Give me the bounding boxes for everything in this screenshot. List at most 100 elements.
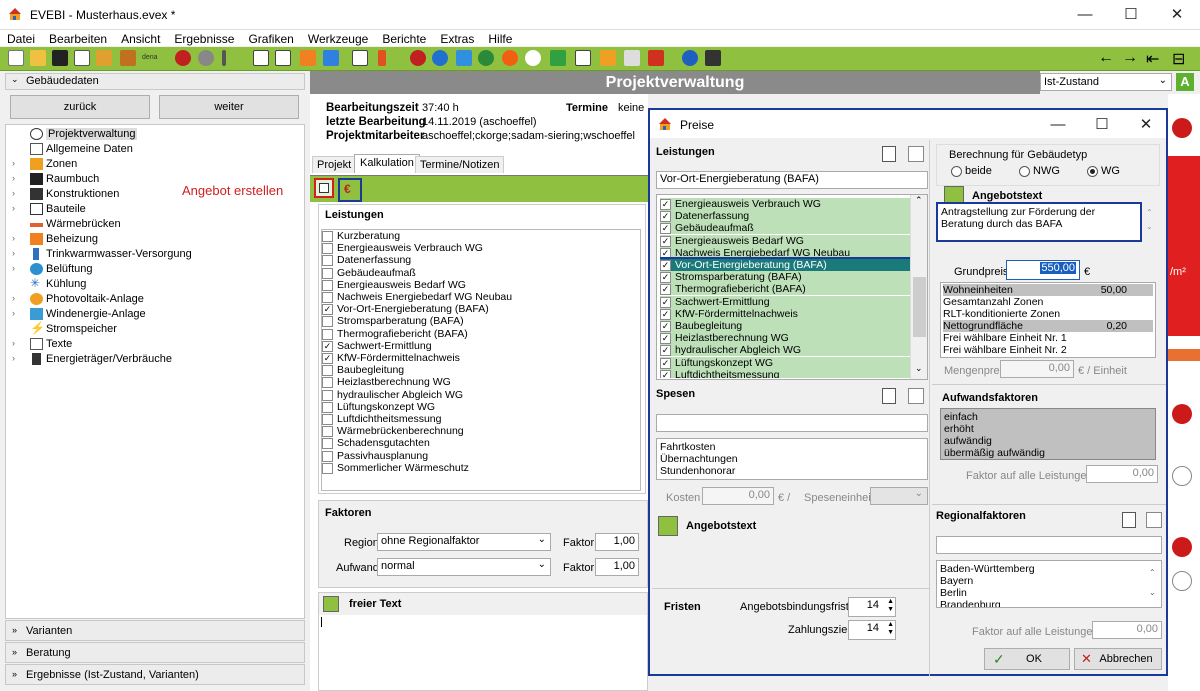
house-color-icon[interactable]: [600, 50, 616, 66]
dialog-leistung-item[interactable]: ✓ Thermografiebericht (BAFA): [660, 283, 910, 296]
dialog-leistung-item[interactable]: ✓ Baubegleitung: [660, 320, 910, 332]
close-button[interactable]: ✕: [1154, 0, 1200, 30]
leistung-checkbox[interactable]: [322, 438, 333, 450]
aufwandsfaktor-item[interactable]: einfach: [944, 411, 978, 423]
expand-icon[interactable]: ›: [12, 263, 15, 273]
textarea-scroll-icon[interactable]: ⌃ ⌄: [1146, 206, 1153, 234]
dialog-leistung-checkbox[interactable]: ✓: [660, 357, 671, 369]
leistung-checkbox[interactable]: ✓: [322, 304, 333, 316]
expand-icon[interactable]: ›: [12, 353, 15, 363]
tab-projekt[interactable]: Projekt: [312, 156, 357, 173]
einheit-row[interactable]: Frei wählbare Einheit Nr. 2: [943, 344, 1153, 356]
dialog-leistung-checkbox[interactable]: ✓: [660, 308, 671, 320]
open-folder-icon[interactable]: [30, 50, 46, 66]
sum-orange-icon[interactable]: [300, 50, 316, 66]
dialog-list-scrollbar[interactable]: ⌃ ⌄: [910, 195, 927, 379]
folder-open-icon[interactable]: [96, 50, 112, 66]
leistungen-filter-input[interactable]: Vor-Ort-Energieberatung (BAFA): [656, 171, 928, 189]
aufwandsfaktor-item[interactable]: übermäßig aufwändig: [944, 447, 1045, 459]
panel-icon[interactable]: ⊟: [1172, 49, 1185, 69]
spesen-item[interactable]: Übernachtungen: [660, 453, 738, 465]
dialog-leistung-checkbox[interactable]: ✓: [660, 369, 671, 378]
menu-werkzeuge[interactable]: Werkzeuge: [301, 30, 375, 46]
faktor-alle-input[interactable]: 0,00: [1086, 465, 1158, 483]
expand-icon[interactable]: ›: [12, 203, 15, 213]
nav-forward-icon[interactable]: →: [1122, 49, 1138, 67]
expand-icon[interactable]: ›: [12, 158, 15, 168]
spesen-filter-input[interactable]: [656, 414, 928, 432]
expand-icon[interactable]: ›: [12, 173, 15, 183]
dialog-leistung-item[interactable]: ✓ Lüftungskonzept WG: [660, 356, 910, 369]
edit-spesen-icon[interactable]: [908, 388, 924, 404]
dialog-leistung-item[interactable]: ✓ Sachwert-Ermittlung: [660, 295, 910, 308]
section-ergebnisse[interactable]: » Ergebnisse (Ist-Zustand, Varianten): [5, 664, 305, 685]
dialog-leistung-item[interactable]: ✓ Gebäudeaufmaß: [660, 222, 910, 235]
dialog-leistung-item[interactable]: ✓ Energieausweis Bedarf WG: [660, 234, 910, 247]
redo-icon[interactable]: [198, 50, 214, 66]
dialog-leistung-item[interactable]: ✓ Luftdichtheitsmessung: [660, 368, 910, 378]
dialog-leistung-item[interactable]: ✓ Stromsparberatung (BAFA): [660, 271, 910, 284]
expand-icon[interactable]: ›: [12, 308, 15, 318]
region-select[interactable]: ohne Regionalfaktor ⌄: [377, 533, 551, 551]
dialog-leistung-item[interactable]: ✓ Datenerfassung: [660, 210, 910, 223]
new-spesen-icon[interactable]: [882, 388, 896, 404]
cancel-button[interactable]: ✕ Abbrechen: [1074, 648, 1162, 670]
fan-icon[interactable]: [478, 50, 494, 66]
new-file-icon[interactable]: [8, 50, 24, 66]
leistung-checkbox[interactable]: [322, 462, 333, 474]
menu-ansicht[interactable]: Ansicht: [114, 30, 167, 46]
kosten-input[interactable]: 0,00: [702, 487, 774, 505]
calculate-offer-button[interactable]: [314, 178, 334, 198]
zustand-select[interactable]: Ist-Zustand ⌄: [1040, 73, 1172, 91]
dialog-leistung-item[interactable]: ✓ Vor-Ort-Energieberatung (BAFA): [660, 257, 910, 273]
minimize-button[interactable]: —: [1062, 0, 1108, 30]
edit-region-icon[interactable]: [1146, 512, 1162, 528]
forward-button[interactable]: weiter: [159, 95, 299, 119]
region-item[interactable]: Bayern: [940, 575, 973, 587]
region-item[interactable]: Berlin: [940, 587, 967, 599]
faktor-alle2-input[interactable]: 0,00: [1092, 621, 1162, 639]
sidebar-header[interactable]: ⌄ Gebäudedaten: [5, 73, 305, 90]
dialog-leistung-item[interactable]: ✓ hydraulischer Abgleich WG: [660, 344, 910, 357]
einheit-row[interactable]: Frei wählbare Einheit Nr. 1: [943, 332, 1153, 344]
menu-bearbeiten[interactable]: Bearbeiten: [42, 30, 114, 46]
help-icon[interactable]: [682, 50, 698, 66]
leistung-checkbox[interactable]: ✓: [322, 353, 333, 364]
faktor-input-1[interactable]: 1,00: [595, 533, 639, 551]
dialog-leistung-checkbox[interactable]: ✓: [660, 321, 671, 332]
tab-kalkulation[interactable]: Kalkulation: [354, 154, 420, 173]
house-green-icon[interactable]: [550, 50, 566, 66]
einheit-row[interactable]: Gesamtanzahl Zonen: [943, 296, 1153, 308]
dialog-leistung-checkbox[interactable]: ✓: [660, 247, 671, 259]
leistung-checkbox[interactable]: [322, 426, 333, 438]
expand-icon[interactable]: ›: [12, 233, 15, 243]
leistung-checkbox[interactable]: [322, 231, 333, 242]
a-badge[interactable]: A: [1176, 73, 1194, 91]
dialog-leistung-checkbox[interactable]: ✓: [660, 333, 671, 345]
maximize-button[interactable]: ☐: [1108, 0, 1154, 30]
layout-icon[interactable]: [275, 50, 291, 66]
snow-icon[interactable]: [525, 50, 541, 66]
leistung-checkbox[interactable]: [322, 401, 333, 413]
radio-nwg[interactable]: [1019, 166, 1030, 177]
dialog-leistung-checkbox[interactable]: ✓: [660, 345, 671, 357]
zahlungsziel-stepper[interactable]: 14 ▲ ▼: [848, 620, 896, 640]
scroll-down-icon[interactable]: ⌄: [915, 363, 923, 374]
spesen-item[interactable]: Stundenhonorar: [660, 465, 735, 477]
aufwandsfaktor-item[interactable]: aufwändig: [944, 435, 992, 447]
heat-icon[interactable]: [410, 50, 426, 66]
prices-button[interactable]: €: [338, 178, 362, 202]
stepper-arrows-icon[interactable]: ▲ ▼: [887, 621, 894, 637]
water-icon[interactable]: [432, 50, 448, 66]
leistung-checkbox[interactable]: ✓: [322, 340, 333, 352]
spesen-item[interactable]: Fahrtkosten: [660, 441, 715, 453]
scroll-arrows-icon[interactable]: ⌃ ⌄: [1149, 563, 1156, 603]
angebotstext-textarea[interactable]: Antragstellung zur Förderung der Beratun…: [936, 202, 1142, 242]
wand-icon[interactable]: [222, 50, 226, 66]
dialog-close-button[interactable]: ✕: [1126, 110, 1166, 140]
new-region-icon[interactable]: [1122, 512, 1136, 528]
dialog-leistung-checkbox[interactable]: ✓: [660, 296, 671, 308]
dialog-leistung-checkbox[interactable]: ✓: [660, 260, 671, 271]
leistung-checkbox[interactable]: [322, 377, 333, 389]
menu-berichte[interactable]: Berichte: [375, 30, 433, 46]
